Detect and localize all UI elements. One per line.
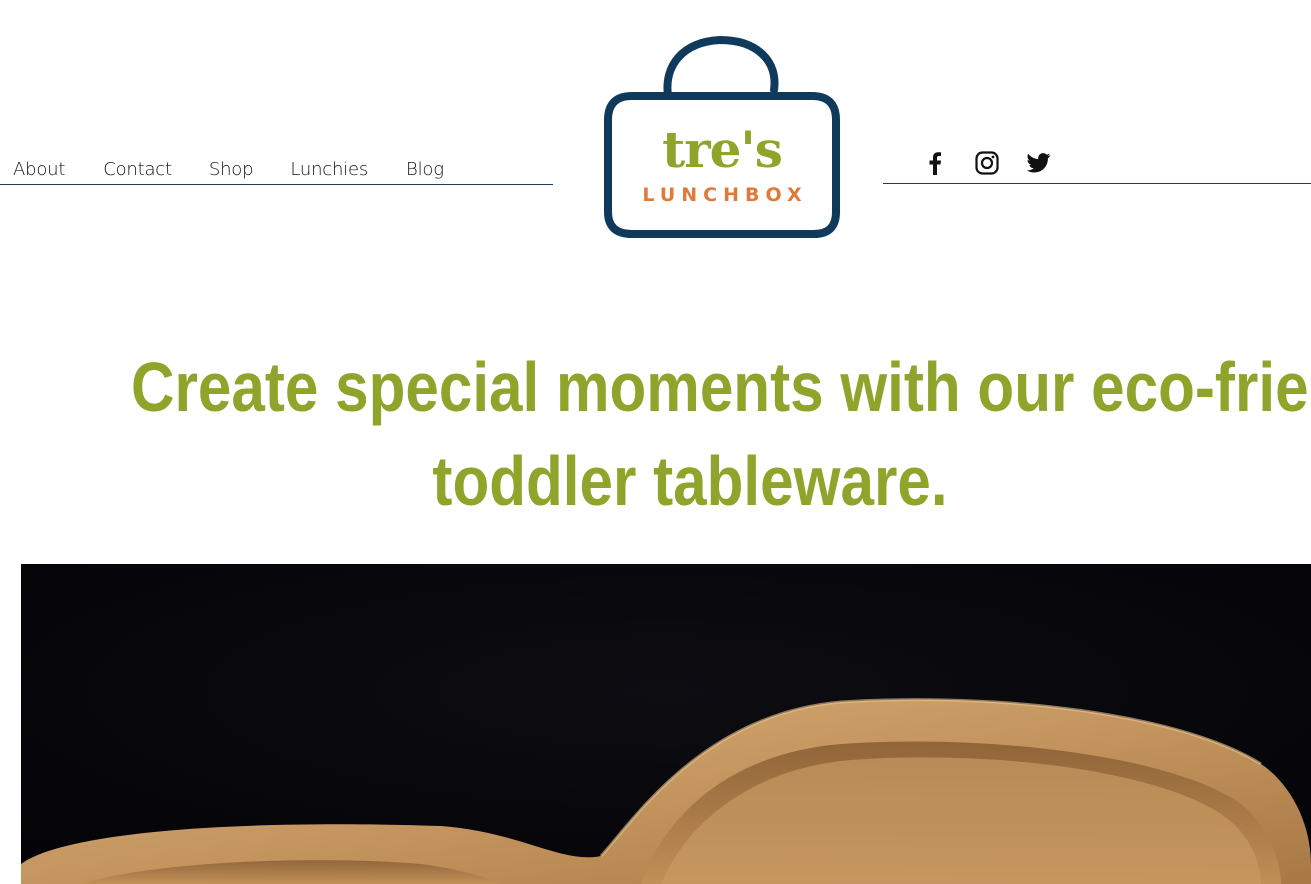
headline-line-1: Create special moments with our eco-frie… (131, 348, 1311, 426)
instagram-icon[interactable] (974, 150, 1000, 176)
facebook-icon[interactable] (922, 150, 948, 176)
hero-headline: Create special moments with our eco-frie… (40, 340, 1311, 528)
page: About Contact Shop Lunchies Blog tre's L… (0, 0, 1311, 884)
main-nav: About Contact Shop Lunchies Blog (0, 156, 553, 185)
logo-sub: LUNCHBOX (642, 184, 808, 206)
nav-shop[interactable]: Shop (209, 156, 254, 184)
hero-image (21, 564, 1311, 884)
nav-contact[interactable]: Contact (103, 156, 172, 184)
nav-lunchies[interactable]: Lunchies (290, 156, 368, 184)
nav-blog[interactable]: Blog (406, 156, 444, 184)
nav-about[interactable]: About (13, 156, 65, 184)
header-divider (883, 183, 1311, 184)
headline-line-2: toddler tableware. (432, 442, 948, 520)
social-links (922, 150, 1052, 176)
twitter-icon[interactable] (1026, 150, 1052, 176)
brand-logo[interactable]: tre's LUNCHBOX (602, 35, 842, 240)
bamboo-plate-image (21, 564, 1311, 884)
logo-name: tre's (662, 120, 783, 179)
